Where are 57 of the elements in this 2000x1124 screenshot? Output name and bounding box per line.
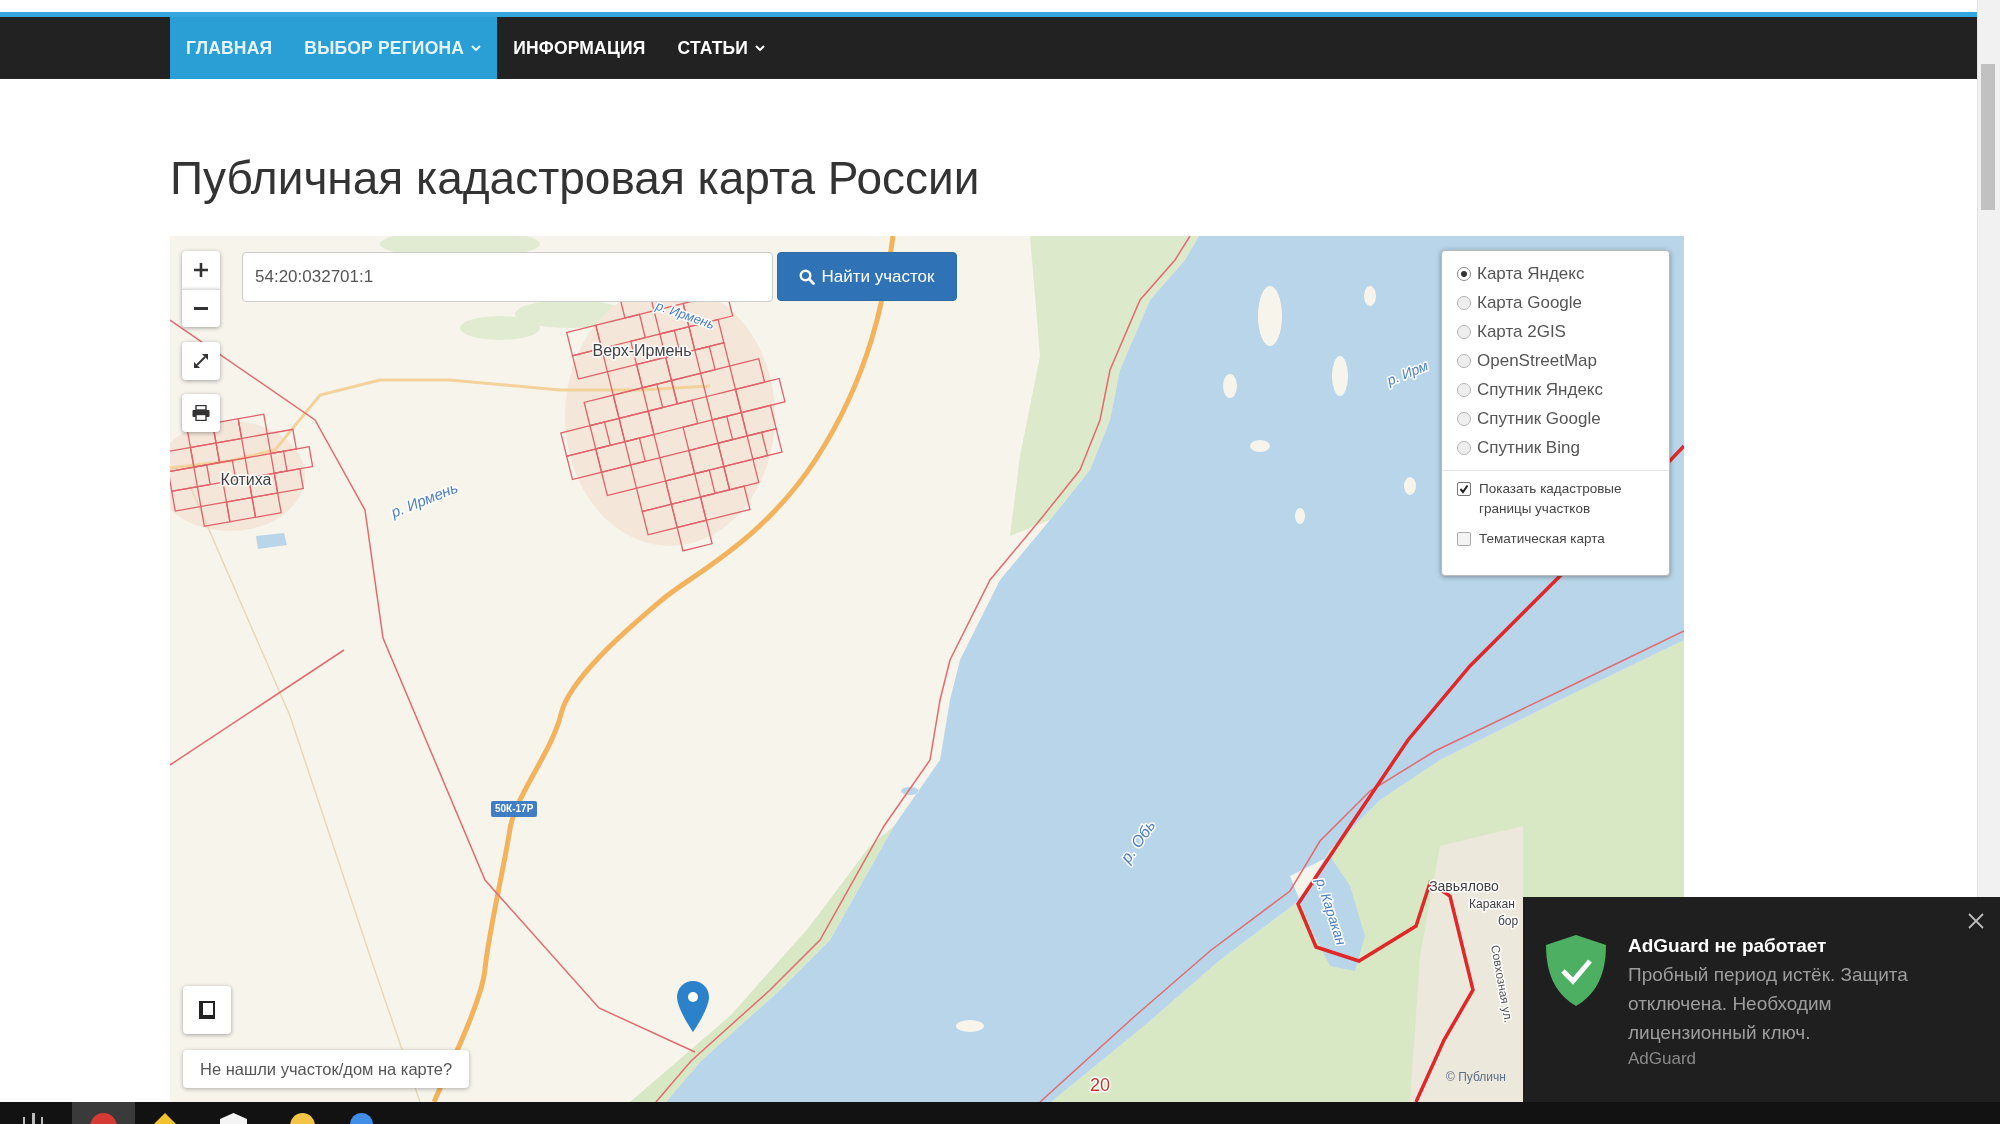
- square-icon: [198, 1000, 216, 1020]
- notification-message: Пробный период истёк. Защита отключена. Необходим лицензионный ключ.: [1628, 963, 1909, 1045]
- plus-icon: [194, 263, 208, 277]
- layer-option-label[interactable]: Карта Яндекс: [1477, 263, 1585, 284]
- fullscreen-button[interactable]: [182, 342, 220, 380]
- map-attribution: © Публичн: [1446, 1070, 1506, 1084]
- radio-button[interactable]: [1457, 295, 1471, 310]
- notification-title: AdGuard не работает: [1628, 934, 1828, 958]
- place-label: бор: [1497, 914, 1519, 929]
- road-sign: 50К-17Р: [491, 801, 538, 817]
- print-button[interactable]: [182, 394, 220, 432]
- find-plot-button[interactable]: Найти участок: [777, 252, 957, 301]
- caret-icon: [471, 45, 482, 51]
- map-marker-icon: [676, 980, 710, 1033]
- river-label: р. Каракан: [1312, 876, 1350, 947]
- radio-button[interactable]: [1457, 440, 1471, 455]
- layer-option-label[interactable]: Карта 2GIS: [1477, 321, 1566, 342]
- radio-button[interactable]: [1457, 266, 1471, 281]
- minus-icon: [194, 307, 208, 310]
- nav-link[interactable]: ИНФОРМАЦИЯ: [497, 17, 662, 79]
- house-icon[interactable]: [220, 1113, 247, 1124]
- river-label: р. Обь: [1117, 816, 1159, 866]
- taskbar-button[interactable]: [72, 1102, 135, 1124]
- frame-button[interactable]: [183, 986, 231, 1034]
- layer-option-label[interactable]: OpenStreetMap: [1477, 350, 1597, 371]
- expand-icon: [193, 353, 209, 369]
- layer-option-label[interactable]: Спутник Bing: [1477, 437, 1580, 458]
- notification-source: AdGuard: [1628, 1048, 1697, 1070]
- report-button[interactable]: Не нашли участок/дом на карте?: [183, 1050, 470, 1088]
- river-label: р. Ирм: [1384, 357, 1431, 389]
- layer-option-label[interactable]: Карта Google: [1477, 292, 1583, 313]
- search-field[interactable]: 54:20:032701:1: [242, 252, 773, 302]
- radio-button[interactable]: [1457, 324, 1471, 339]
- scrollbar-thumb[interactable]: [1981, 64, 1995, 210]
- checkbox-label[interactable]: Тематическая карта: [1479, 529, 1605, 549]
- nav-link[interactable]: СТАТЬИ: [661, 17, 782, 79]
- search-icon: [799, 268, 816, 285]
- caret-icon: [755, 45, 766, 51]
- zoom-out-button[interactable]: [182, 289, 220, 327]
- radio-button[interactable]: [1457, 382, 1471, 397]
- zoom-in-button[interactable]: [182, 251, 220, 289]
- checkbox-label[interactable]: Показать кадастровые границы участков: [1479, 479, 1659, 519]
- page-title: Публичная кадастровая карта России: [170, 153, 980, 203]
- checkbox[interactable]: [1457, 482, 1471, 496]
- place-label: Каракан: [1469, 897, 1515, 912]
- diamond-icon[interactable]: [153, 1113, 177, 1124]
- road-number-label: 20: [1090, 1074, 1110, 1095]
- close-icon[interactable]: [1968, 913, 1984, 929]
- layer-option-label[interactable]: Спутник Яндекс: [1477, 379, 1603, 400]
- printer-icon: [192, 405, 210, 421]
- river-label: р. Ирмень: [388, 478, 461, 521]
- radio-button[interactable]: [1457, 411, 1471, 426]
- shield-check-icon: [1545, 934, 1607, 1007]
- checkbox[interactable]: [1457, 532, 1471, 546]
- street-label: Совхозная ул.: [1488, 943, 1516, 1024]
- layer-option-label[interactable]: Спутник Google: [1477, 408, 1601, 429]
- radio-button[interactable]: [1457, 353, 1471, 368]
